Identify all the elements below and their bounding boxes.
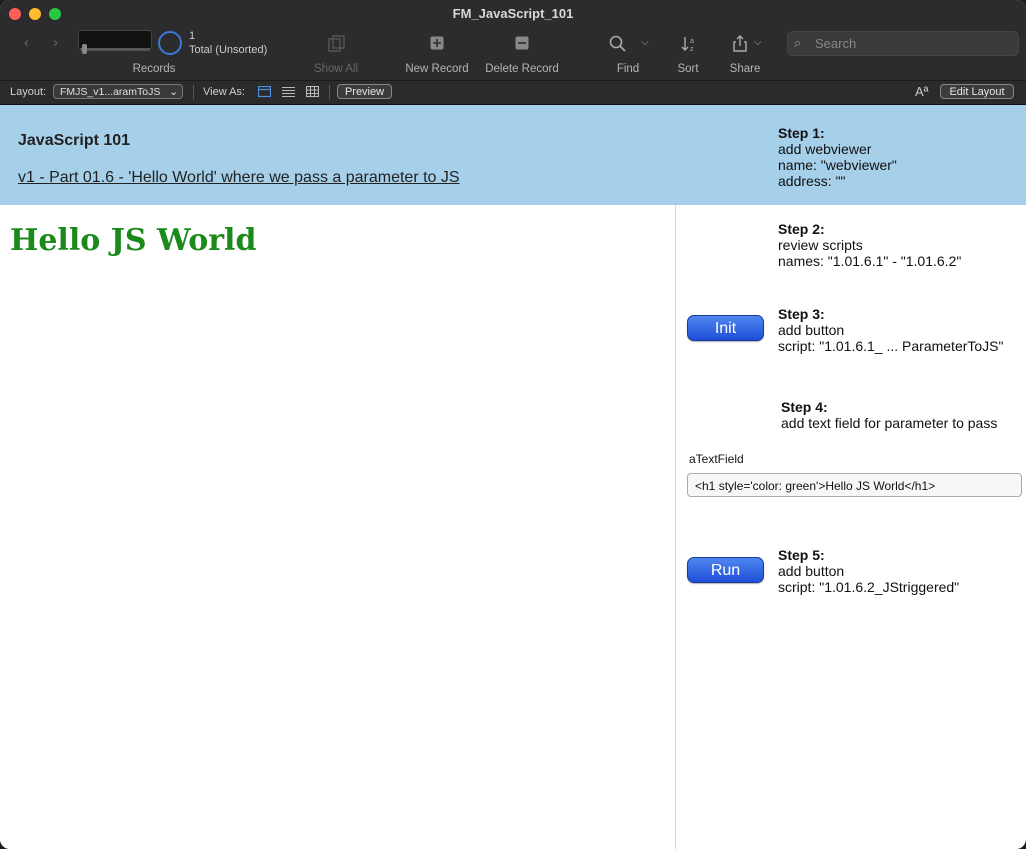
sort-icon[interactable]: a z xyxy=(681,35,699,53)
webviewer[interactable] xyxy=(0,205,676,849)
step-line: names: "1.01.6.1" - "1.01.6.2" xyxy=(778,253,962,269)
step-3: Step 3: add button script: "1.01.6.1_ ..… xyxy=(778,306,1003,354)
svg-text:z: z xyxy=(690,46,694,53)
chevron-down-icon: ⌄ xyxy=(169,86,178,98)
delete-record-button[interactable]: Delete Record xyxy=(477,63,567,75)
new-record-icon[interactable] xyxy=(430,36,444,50)
record-number-field[interactable] xyxy=(78,30,152,49)
parameter-text-field[interactable]: <h1 style='color: green'>Hello JS World<… xyxy=(687,473,1022,497)
show-all-icon[interactable] xyxy=(328,35,346,53)
find-dropdown-chevron-icon[interactable]: ⌵ xyxy=(641,37,649,48)
edit-layout-button[interactable]: Edit Layout xyxy=(940,84,1014,99)
formatting-bar-icon[interactable]: Aª xyxy=(915,84,928,99)
share-dropdown-chevron-icon[interactable]: ⌵ xyxy=(754,37,762,48)
divider xyxy=(193,85,194,100)
app-window: FM_JavaScript_101 ‹ › 1 Total (Unsorted)… xyxy=(0,0,1026,849)
step-title: Step 4: xyxy=(781,399,828,415)
step-title: Step 3: xyxy=(778,306,825,322)
record-slider[interactable] xyxy=(80,48,150,51)
table-view-icon[interactable] xyxy=(306,86,319,98)
share-icon[interactable] xyxy=(732,35,748,53)
sort-button[interactable]: Sort xyxy=(668,63,708,75)
list-view-icon[interactable] xyxy=(282,86,295,98)
step-title: Step 5: xyxy=(778,547,825,563)
layout-bar: Layout: FMJS_v1...aramToJS ⌄ View As: Pr… xyxy=(0,81,1026,105)
records-pie-icon xyxy=(158,31,182,55)
title-toolbar: FM_JavaScript_101 ‹ › 1 Total (Unsorted)… xyxy=(0,0,1026,81)
page-title: JavaScript 101 xyxy=(18,132,131,149)
step-4: Step 4: add text field for parameter to … xyxy=(781,399,997,431)
step-5: Step 5: add button script: "1.01.6.2_JSt… xyxy=(778,547,959,595)
step-title: Step 2: xyxy=(778,221,825,237)
back-chevron-icon[interactable]: ‹ xyxy=(24,34,29,51)
step-title: Step 1: xyxy=(778,125,825,141)
forward-chevron-icon[interactable]: › xyxy=(53,34,58,51)
new-record-button[interactable]: New Record xyxy=(397,63,477,75)
record-count: 1 xyxy=(189,30,196,42)
form-view-icon[interactable] xyxy=(258,86,271,98)
layout-label: Layout: xyxy=(10,86,47,98)
step-line: add webviewer xyxy=(778,141,872,157)
text-field-label: aTextField xyxy=(689,452,744,466)
step-line: script: "1.01.6.1_ ... ParameterToJS" xyxy=(778,338,1004,354)
step-2: Step 2: review scripts names: "1.01.6.1"… xyxy=(778,221,961,269)
view-as-label: View As: xyxy=(203,86,245,98)
find-magnifier-icon[interactable] xyxy=(609,35,629,53)
window-title: FM_JavaScript_101 xyxy=(452,6,574,21)
records-label: Records xyxy=(132,63,176,75)
step-1: Step 1: add webviewer name: "webviewer" … xyxy=(778,125,897,189)
delete-record-icon[interactable] xyxy=(515,36,529,50)
step-line: add text field for parameter to pass xyxy=(781,415,998,431)
layout-select[interactable]: FMJS_v1...aramToJS ⌄ xyxy=(53,84,183,99)
show-all-button[interactable]: Show All xyxy=(306,63,366,75)
step-line: add button xyxy=(778,322,845,338)
page-subtitle: v1 - Part 01.6 - 'Hello World' where we … xyxy=(18,169,460,186)
webviewer-heading: Hello JS World xyxy=(10,223,257,258)
share-button[interactable]: Share xyxy=(722,63,768,75)
step-line: add button xyxy=(778,563,845,579)
step-line: review scripts xyxy=(778,237,863,253)
search-icon: ⌕ xyxy=(794,35,802,50)
step-line: script: "1.01.6.2_JStriggered" xyxy=(778,579,960,595)
find-button[interactable]: Find xyxy=(608,63,648,75)
step-line: address: "" xyxy=(778,173,846,189)
search-placeholder: Search xyxy=(815,36,857,51)
divider xyxy=(329,85,330,100)
layout-select-value: FMJS_v1...aramToJS xyxy=(60,86,161,98)
step-line: name: "webviewer" xyxy=(778,157,897,173)
run-button[interactable]: Run xyxy=(687,557,764,583)
record-slider-knob[interactable] xyxy=(82,44,87,54)
record-total: Total (Unsorted) xyxy=(189,44,268,56)
svg-text:a: a xyxy=(690,38,694,45)
preview-button[interactable]: Preview xyxy=(337,84,392,99)
search-input[interactable]: ⌕ Search xyxy=(787,31,1019,56)
init-button[interactable]: Init xyxy=(687,315,764,341)
